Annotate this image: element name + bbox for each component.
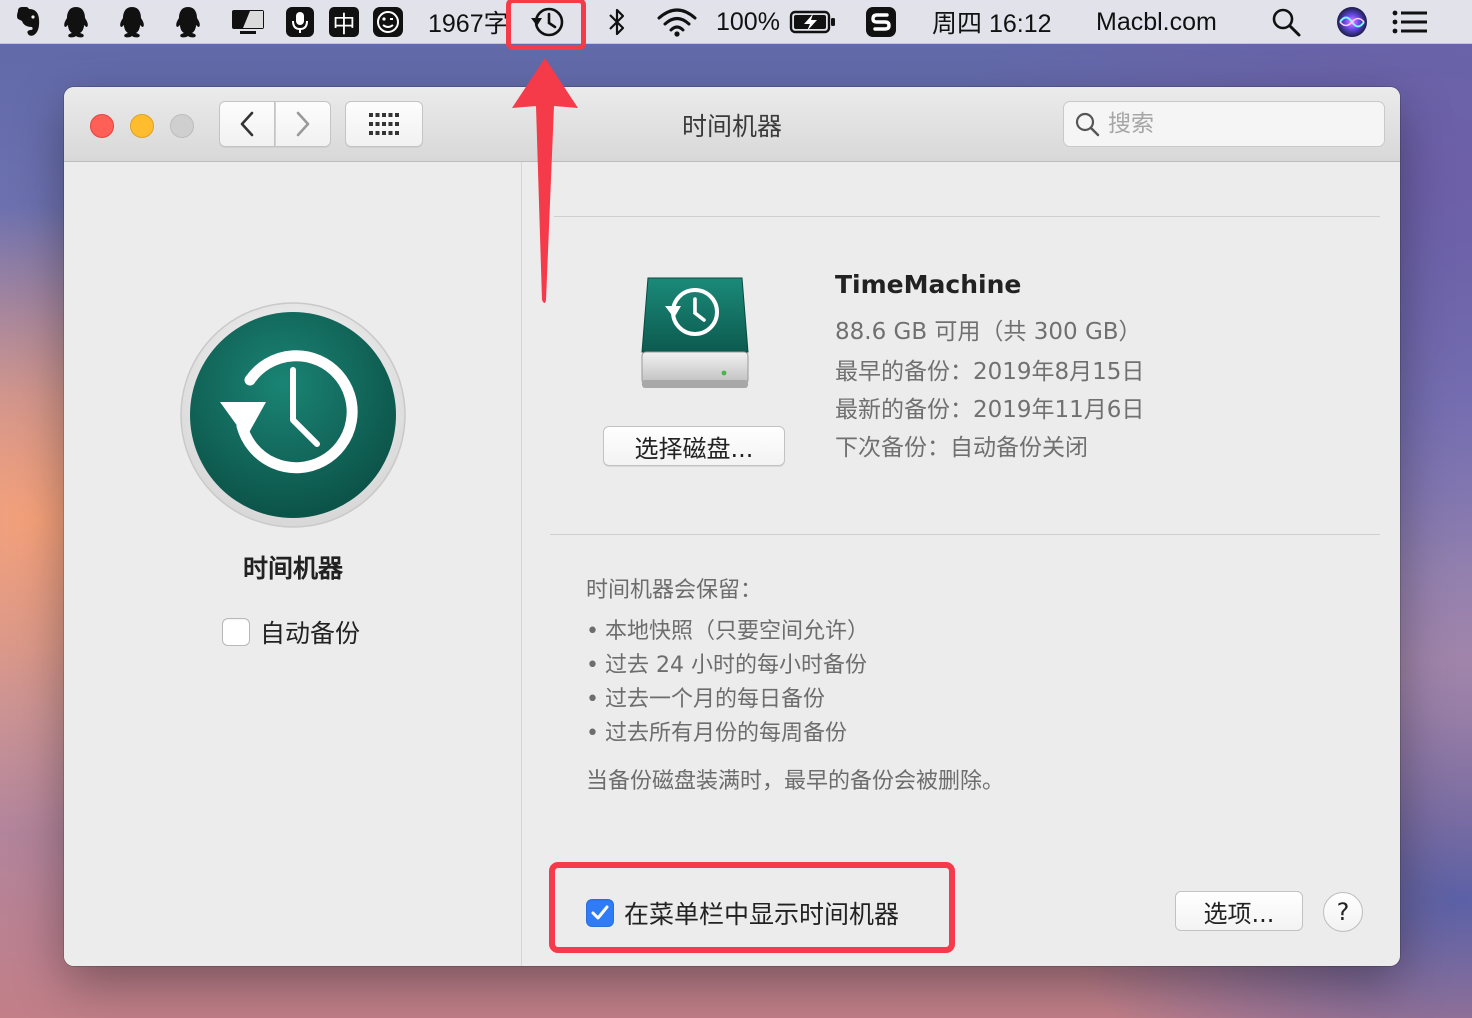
show-all-button[interactable] (345, 101, 423, 147)
battery-percent[interactable]: 100% (716, 0, 784, 44)
grid-icon (369, 113, 399, 135)
retention-note: 当备份磁盘装满时，最早的备份会被删除。 (586, 769, 1005, 794)
left-pane: 时间机器 自动备份 (64, 162, 522, 966)
latest-backup: 最新的备份：2019年11月6日 (835, 397, 1145, 423)
time-machine-menubar-icon[interactable] (520, 0, 574, 44)
bluetooth-icon[interactable] (600, 0, 634, 44)
app-s-icon[interactable] (862, 0, 900, 44)
spotlight-icon[interactable] (1266, 0, 1306, 44)
input-method-label: 中 (329, 7, 359, 38)
options-button[interactable]: 选项... (1175, 891, 1303, 931)
list-item: 过去所有月份的每周备份 (586, 717, 869, 751)
list-item: 过去 24 小时的每小时备份 (586, 649, 869, 683)
evernote-icon[interactable] (8, 0, 48, 44)
siri-icon[interactable] (1332, 0, 1372, 44)
oldest-backup: 最早的备份：2019年8月15日 (835, 359, 1145, 385)
minimize-button[interactable] (130, 114, 154, 138)
next-backup: 下次备份：自动备份关闭 (835, 435, 1088, 461)
search-icon (1075, 112, 1100, 137)
search-field[interactable] (1063, 101, 1385, 147)
close-button[interactable] (90, 114, 114, 138)
show-in-menubar-label: 在菜单栏中显示时间机器 (624, 900, 900, 929)
select-disk-button[interactable]: 选择磁盘... (603, 426, 785, 466)
retention-title: 时间机器会保留： (586, 578, 763, 603)
zoom-button[interactable] (170, 114, 194, 138)
checkmark-icon (591, 905, 609, 920)
emoji-icon[interactable] (370, 0, 406, 44)
backup-disk-icon (641, 277, 749, 388)
time-machine-app-icon (180, 302, 406, 528)
disk-available: 88.6 GB 可用（共 300 GB） (835, 319, 1142, 345)
left-pane-title: 时间机器 (242, 554, 343, 583)
back-button[interactable] (219, 101, 275, 147)
qq-icon[interactable] (168, 0, 208, 44)
auto-backup-checkbox[interactable] (222, 618, 250, 646)
retention-list: 本地快照（只要空间允许） 过去 24 小时的每小时备份 过去一个月的每日备份 过… (586, 615, 869, 751)
show-in-menubar-checkbox[interactable] (586, 899, 614, 927)
window-titlebar: 时间机器 (64, 87, 1400, 162)
top-divider (554, 216, 1380, 217)
menubar-clock[interactable]: 周四 16:12 (932, 0, 1072, 44)
auto-backup-label: 自动备份 (260, 619, 361, 648)
list-item: 过去一个月的每日备份 (586, 683, 869, 717)
microphone-icon[interactable] (282, 0, 318, 44)
help-button[interactable]: ? (1323, 892, 1363, 932)
chevron-right-icon (296, 111, 310, 137)
auto-backup-checkbox-row[interactable]: 自动备份 (222, 614, 360, 650)
show-in-menubar-row[interactable]: 在菜单栏中显示时间机器 (586, 895, 899, 931)
disk-name: TimeMachine (835, 270, 1022, 299)
notification-center-icon[interactable] (1390, 0, 1430, 44)
middle-divider (550, 534, 1380, 535)
list-item: 本地快照（只要空间允许） (586, 615, 869, 649)
airplay-icon[interactable] (228, 0, 268, 44)
wifi-icon[interactable] (652, 0, 702, 44)
menubar-site-label: Macbl.com (1096, 7, 1217, 36)
forward-button[interactable] (275, 101, 331, 147)
word-count[interactable]: 1967字 (428, 0, 510, 44)
search-input[interactable] (1108, 111, 1368, 137)
qq-icon[interactable] (112, 0, 152, 44)
input-method-icon[interactable]: 中 (326, 0, 362, 44)
menu-bar: 中 1967字 100% 周四 16:12 Macbl.com (0, 0, 1472, 44)
time-machine-preferences-window: 时间机器 时间机器 自动备份 (64, 87, 1400, 966)
chevron-left-icon (240, 111, 254, 137)
battery-icon[interactable] (788, 0, 838, 44)
qq-icon[interactable] (56, 0, 96, 44)
